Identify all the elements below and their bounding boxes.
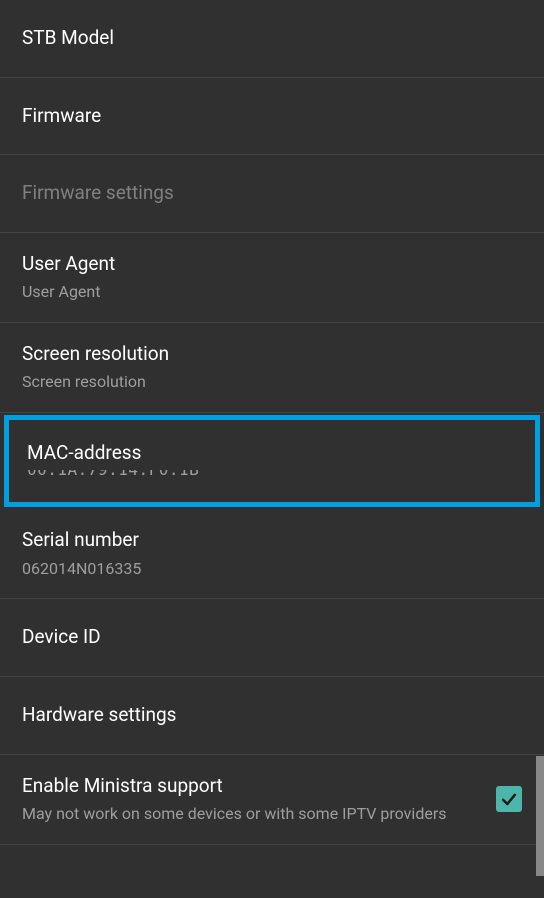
check-icon [499,789,519,809]
setting-title: Serial number [22,527,522,554]
setting-ministra-support[interactable]: Enable Ministra support May not work on … [0,755,544,845]
setting-mac-address[interactable]: MAC-address 00:1A:79:14:F0:1B [4,415,540,508]
setting-screen-resolution[interactable]: Screen resolution Screen resolution [0,323,544,413]
setting-subtitle: Screen resolution [22,371,522,393]
setting-subtitle: May not work on some devices or with som… [22,803,474,825]
setting-serial-number[interactable]: Serial number 062014N016335 [0,509,544,599]
setting-title: Screen resolution [22,341,522,368]
settings-list: STB Model Firmware Firmware settings Use… [0,0,544,898]
setting-title: MAC-address [27,440,517,467]
setting-subtitle: 062014N016335 [22,558,522,580]
scrollbar[interactable] [536,756,544,876]
checkbox-ministra[interactable] [496,786,522,812]
setting-user-agent[interactable]: User Agent User Agent [0,233,544,323]
setting-firmware-settings[interactable]: Firmware settings [0,155,544,233]
setting-stb-model[interactable]: STB Model [0,0,544,78]
setting-title: Device ID [22,624,522,651]
setting-title: Firmware settings [22,180,522,207]
setting-title: STB Model [22,25,522,52]
setting-title: User Agent [22,251,522,278]
setting-subtitle: 00:1A:79:14:F0:1B [27,470,517,482]
setting-device-id[interactable]: Device ID [0,599,544,677]
setting-title: Firmware [22,103,522,130]
setting-firmware[interactable]: Firmware [0,78,544,156]
setting-title: Hardware settings [22,702,522,729]
setting-hardware-settings[interactable]: Hardware settings [0,677,544,755]
setting-subtitle: User Agent [22,281,522,303]
setting-title: Enable Ministra support [22,773,474,800]
